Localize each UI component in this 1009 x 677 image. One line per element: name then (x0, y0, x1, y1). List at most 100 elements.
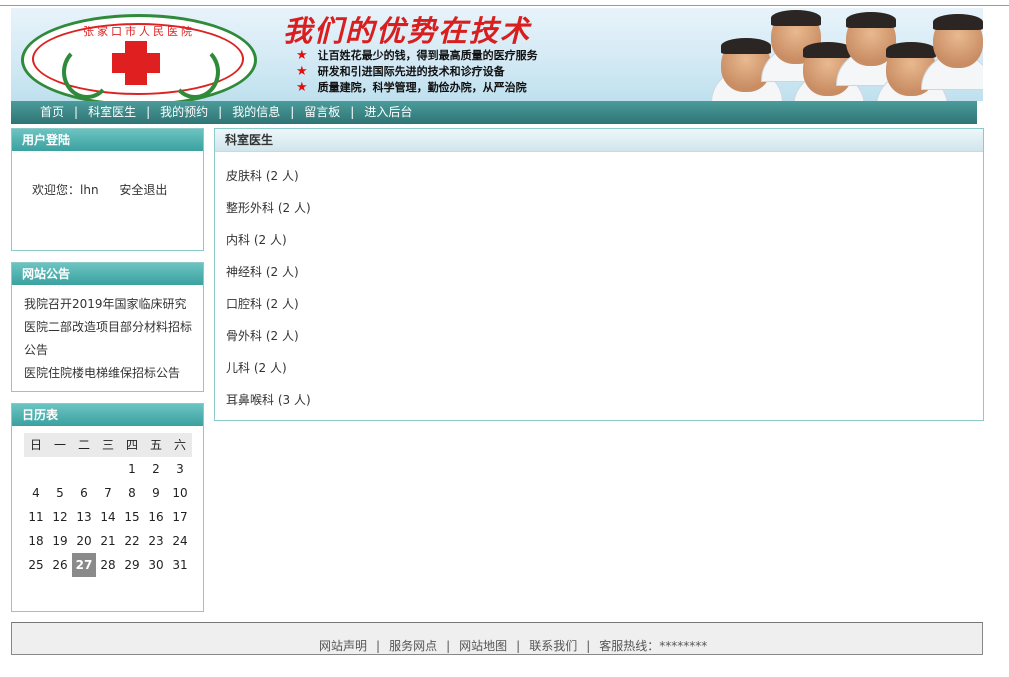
calendar-weekday: 一 (48, 433, 72, 457)
header-banner: 张家口市人民医院 我们的优势在技术 ★ 让百姓花最少的钱，得到最高质量的医疗服务 ★… (11, 8, 983, 101)
welcome-text: 欢迎您：lhn (32, 183, 99, 197)
calendar-week-row: 4 5 6 7 8 9 10 (24, 481, 192, 505)
calendar-day[interactable]: 11 (24, 505, 48, 529)
notice-panel-title: 网站公告 (12, 263, 203, 285)
banner-point-text: 让百姓花最少的钱，得到最高质量的医疗服务 (317, 49, 538, 62)
footer-link[interactable]: 服务网点 (380, 639, 446, 653)
calendar-day[interactable]: 22 (120, 529, 144, 553)
calendar-day[interactable]: 15 (120, 505, 144, 529)
star-icon: ★ (296, 48, 308, 63)
department-item[interactable]: 皮肤科 (2 人) (226, 160, 983, 192)
calendar-weekday: 五 (144, 433, 168, 457)
hospital-logo: 张家口市人民医院 (21, 14, 257, 101)
banner-slogan: 我们的优势在技术 (283, 14, 532, 48)
calendar-panel: 日历表 日一二三四五六 1 2 3 4 5 6 7 8 9 10 11 12 13 14 15 16 17 18 19… (11, 403, 204, 612)
department-list: 皮肤科 (2 人) 整形外科 (2 人) 内科 (2 人) 神经科 (2 人) 口腔科 … (215, 152, 983, 416)
footer-links: 网站声明 | 服务网点 | 网站地图 | 联系我们 | 客服热线：******** (310, 639, 707, 653)
calendar-day[interactable]: 5 (48, 481, 72, 505)
nav-item-1[interactable]: 首页 (30, 101, 74, 124)
calendar-day[interactable]: 23 (144, 529, 168, 553)
notice-item[interactable]: 医院二部改造项目部分材料招标公告 (24, 316, 192, 362)
calendar-day[interactable]: 10 (168, 481, 192, 505)
calendar-day[interactable]: 8 (120, 481, 144, 505)
calendar-day[interactable]: 20 (72, 529, 96, 553)
calendar-day[interactable]: 18 (24, 529, 48, 553)
nav-item-6[interactable]: 进入后台 (354, 101, 422, 124)
calendar-weekday: 四 (120, 433, 144, 457)
department-item[interactable]: 骨外科 (2 人) (226, 320, 983, 352)
nav-item-4[interactable]: 我的信息 (222, 101, 290, 124)
department-item[interactable]: 内科 (2 人) (226, 224, 983, 256)
star-icon: ★ (296, 64, 308, 79)
banner-point: ★ 研发和引进国际先进的技术和诊疗设备 (296, 64, 538, 80)
calendar-grid: 日一二三四五六 1 2 3 4 5 6 7 8 9 10 11 12 13 14 15 16 17 18 19 20 21… (24, 433, 192, 577)
notice-item[interactable]: 医院住院楼电梯维保招标公告 (24, 362, 192, 385)
top-border-line (0, 5, 1009, 6)
nav-item-5[interactable]: 留言板 (294, 101, 350, 124)
calendar-panel-title: 日历表 (12, 404, 203, 426)
calendar-week-row: 18 19 20 21 22 23 24 (24, 529, 192, 553)
footer-link[interactable]: 网站声明 (310, 639, 376, 653)
department-panel-title: 科室医生 (215, 129, 983, 152)
department-item[interactable]: 整形外科 (2 人) (226, 192, 983, 224)
calendar-weekday: 三 (96, 433, 120, 457)
main-nav: 首页 | 科室医生 | 我的预约 | 我的信息 | 留言板 | 进入后台 (11, 101, 977, 124)
footer-link[interactable]: 联系我们 (520, 639, 586, 653)
calendar-week-row: 11 12 13 14 15 16 17 (24, 505, 192, 529)
calendar-day[interactable]: 29 (120, 553, 144, 577)
calendar-day (72, 457, 96, 481)
banner-point-text: 质量建院，科学管理，勤俭办院，从严治院 (317, 81, 527, 94)
calendar-day[interactable]: 17 (168, 505, 192, 529)
footer-link[interactable]: 网站地图 (450, 639, 516, 653)
calendar-day[interactable]: 4 (24, 481, 48, 505)
calendar-today[interactable]: 27 (72, 553, 96, 577)
logout-link[interactable]: 安全退出 (119, 183, 167, 197)
banner-points: ★ 让百姓花最少的钱，得到最高质量的医疗服务 ★ 研发和引进国际先进的技术和诊疗设备 ★… (296, 48, 538, 96)
banner-point-text: 研发和引进国际先进的技术和诊疗设备 (317, 65, 505, 78)
calendar-day[interactable]: 25 (24, 553, 48, 577)
calendar-day[interactable]: 16 (144, 505, 168, 529)
calendar-day[interactable]: 1 (120, 457, 144, 481)
calendar-weekday-row: 日一二三四五六 (24, 433, 192, 457)
red-cross-bar (112, 53, 160, 73)
calendar-day[interactable]: 12 (48, 505, 72, 529)
nav-item-3[interactable]: 我的预约 (150, 101, 218, 124)
calendar-day[interactable]: 28 (96, 553, 120, 577)
department-item[interactable]: 耳鼻喉科 (3 人) (226, 384, 983, 416)
department-item[interactable]: 口腔科 (2 人) (226, 288, 983, 320)
star-icon: ★ (296, 80, 308, 95)
calendar-weekday: 二 (72, 433, 96, 457)
calendar-day (96, 457, 120, 481)
calendar-day[interactable]: 7 (96, 481, 120, 505)
calendar-day[interactable]: 24 (168, 529, 192, 553)
calendar-day[interactable]: 9 (144, 481, 168, 505)
logo-text: 张家口市人民医院 (83, 25, 195, 38)
login-panel: 用户登陆 欢迎您：lhn 安全退出 (11, 128, 204, 251)
calendar-day[interactable]: 26 (48, 553, 72, 577)
doctors-photo (711, 8, 983, 101)
banner-point: ★ 质量建院，科学管理，勤俭办院，从严治院 (296, 80, 538, 96)
calendar-day (24, 457, 48, 481)
calendar-day[interactable]: 31 (168, 553, 192, 577)
calendar-week-row: 123 (24, 457, 192, 481)
doctor-face (933, 14, 983, 68)
nav-item-2[interactable]: 科室医生 (78, 101, 146, 124)
calendar-day[interactable]: 13 (72, 505, 96, 529)
nav-items: 首页 | 科室医生 | 我的预约 | 我的信息 | 留言板 | 进入后台 (30, 101, 422, 124)
calendar-day[interactable]: 21 (96, 529, 120, 553)
notice-item[interactable]: 我院召开2019年国家临床研究 (24, 293, 192, 316)
calendar-day[interactable]: 14 (96, 505, 120, 529)
notice-list: 我院召开2019年国家临床研究 医院二部改造项目部分材料招标公告 医院住院楼电梯维保… (12, 285, 203, 385)
footer-hotline: 客服热线：******** (599, 639, 708, 653)
calendar-day[interactable]: 3 (168, 457, 192, 481)
wreath-left-icon (62, 45, 112, 99)
calendar-day[interactable]: 19 (48, 529, 72, 553)
login-panel-title: 用户登陆 (12, 129, 203, 151)
calendar-day[interactable]: 6 (72, 481, 96, 505)
department-item[interactable]: 神经科 (2 人) (226, 256, 983, 288)
calendar-day[interactable]: 2 (144, 457, 168, 481)
calendar-week-row: 25 26 27 28 29 30 31 (24, 553, 192, 577)
calendar-day[interactable]: 30 (144, 553, 168, 577)
notice-panel: 网站公告 我院召开2019年国家临床研究 医院二部改造项目部分材料招标公告 医院住院… (11, 262, 204, 392)
department-item[interactable]: 儿科 (2 人) (226, 352, 983, 384)
